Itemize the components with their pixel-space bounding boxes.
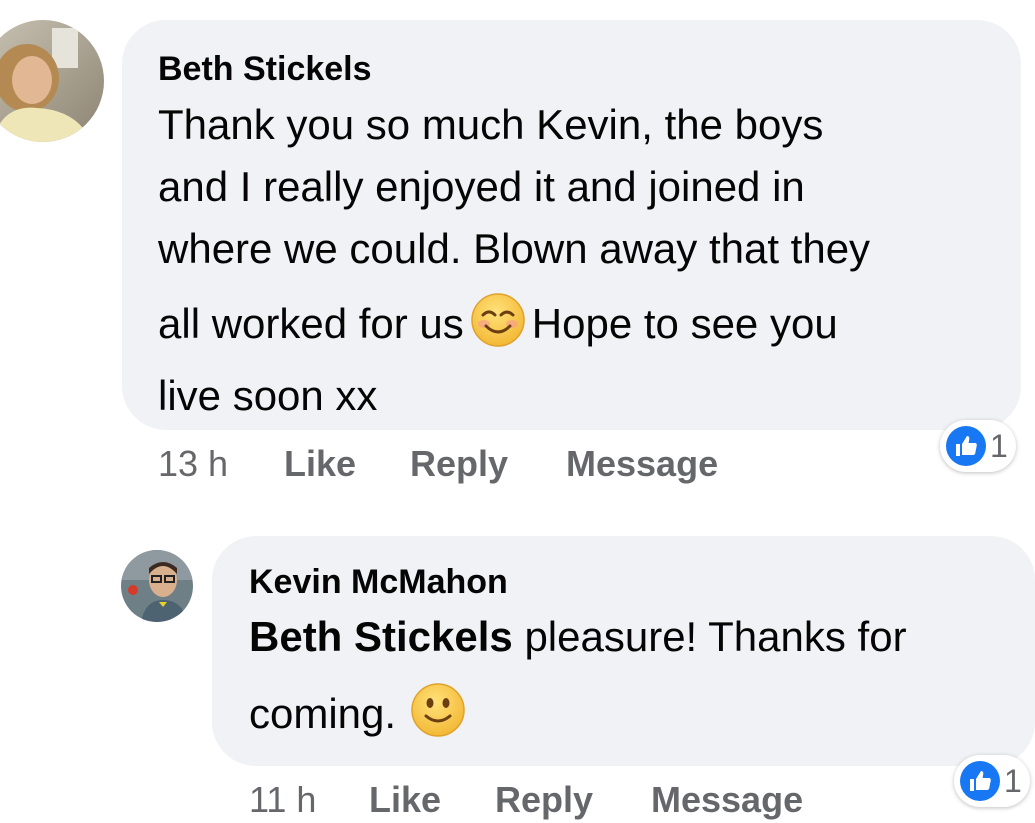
thumbs-up-icon bbox=[946, 426, 986, 466]
comment-actions: 11 h Like Reply Message bbox=[249, 779, 869, 823]
slightly-smiling-face-icon bbox=[410, 682, 466, 755]
comment-text-line: coming. bbox=[249, 682, 907, 755]
like-button[interactable]: Like bbox=[284, 443, 356, 485]
avatar-kevin-mcmahon[interactable] bbox=[121, 550, 193, 622]
reaction-count: 1 bbox=[1004, 762, 1022, 799]
comment-author-name[interactable]: Kevin McMahon bbox=[249, 563, 508, 602]
comment-author-name[interactable]: Beth Stickels bbox=[158, 50, 372, 89]
comment-timestamp[interactable]: 13 h bbox=[158, 443, 228, 485]
message-button[interactable]: Message bbox=[566, 443, 718, 485]
reply-button[interactable]: Reply bbox=[410, 443, 508, 485]
comment-text-segment: Hope to see you bbox=[531, 300, 838, 347]
smiling-face-with-smiling-eyes-icon bbox=[470, 292, 526, 365]
message-button[interactable]: Message bbox=[651, 779, 803, 821]
comment-text: Thank you so much Kevin, the boys and I … bbox=[158, 94, 870, 427]
like-button[interactable]: Like bbox=[369, 779, 441, 821]
thumbs-up-icon bbox=[960, 761, 1000, 801]
comment-text: Beth Stickels pleasure! Thanks for comin… bbox=[249, 606, 907, 755]
comment-text-segment: pleasure! Thanks for bbox=[512, 613, 907, 660]
reaction-count: 1 bbox=[990, 427, 1008, 464]
comment-text-line: and I really enjoyed it and joined in bbox=[158, 163, 805, 210]
comment-text-line: live soon xx bbox=[158, 372, 378, 419]
reaction-summary[interactable]: 1 bbox=[954, 755, 1030, 807]
comment-text-line: all worked for us Hope to see you bbox=[158, 292, 870, 365]
reply-button[interactable]: Reply bbox=[495, 779, 593, 821]
comment-text-segment: coming. bbox=[249, 690, 397, 737]
comment-text-line: Thank you so much Kevin, the boys bbox=[158, 101, 824, 148]
comment-actions: 13 h Like Reply Message bbox=[158, 443, 858, 487]
comment-text-line: where we could. Blown away that they bbox=[158, 225, 871, 272]
comment-text-line: Beth Stickels pleasure! Thanks for bbox=[249, 606, 907, 668]
reaction-summary[interactable]: 1 bbox=[940, 420, 1016, 472]
mention-link[interactable]: Beth Stickels bbox=[249, 613, 513, 660]
comment-timestamp[interactable]: 11 h bbox=[249, 779, 316, 821]
avatar-beth-stickels[interactable] bbox=[0, 20, 104, 142]
comment-text-segment: all worked for us bbox=[158, 300, 464, 347]
